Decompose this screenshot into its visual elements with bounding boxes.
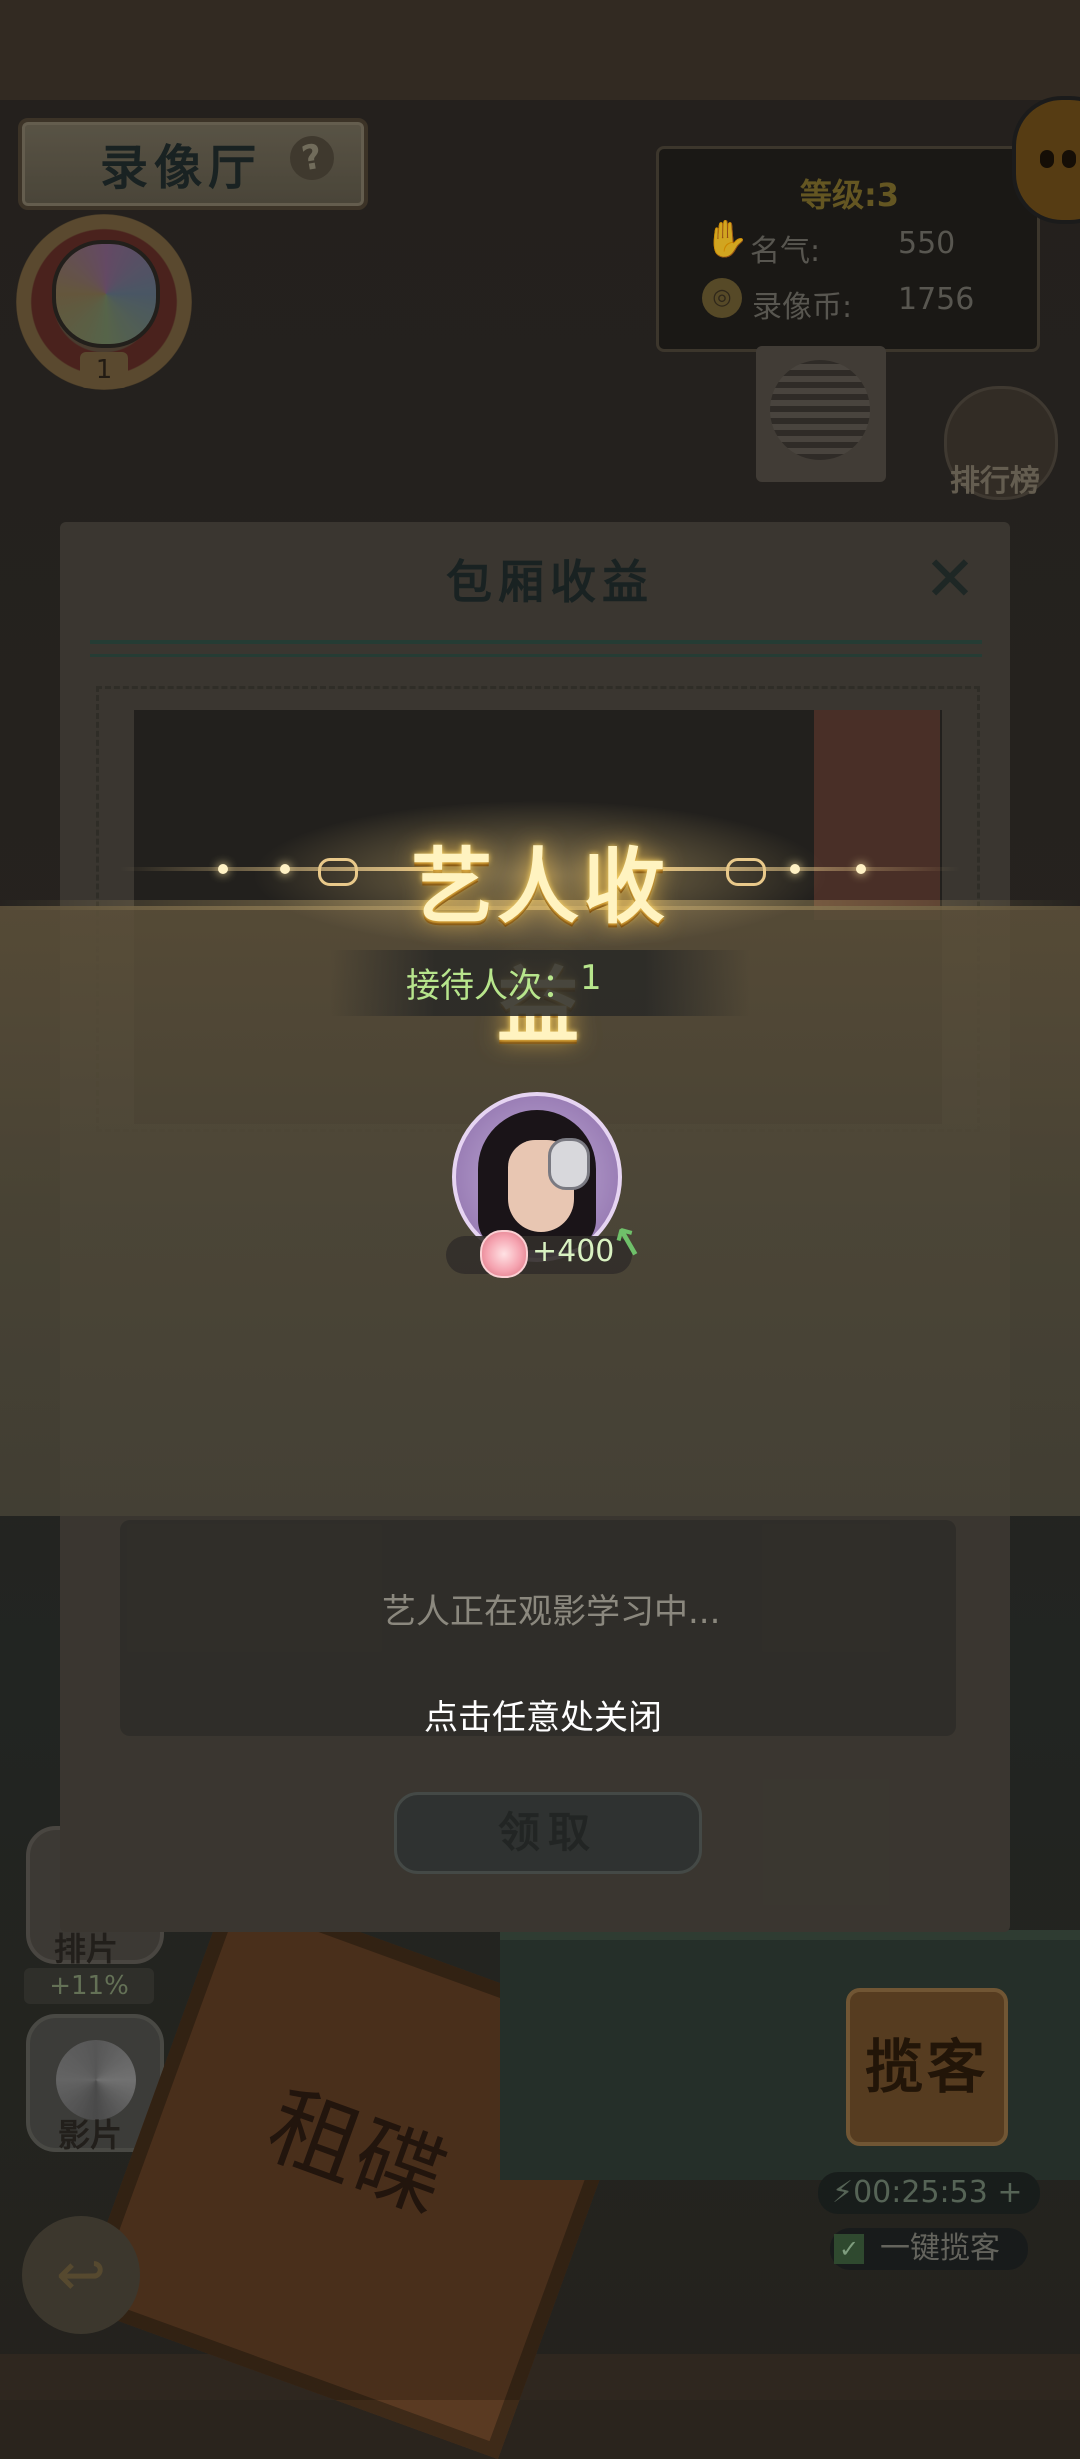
sparkle-icon [218,864,228,874]
headphone-icon [548,1138,590,1190]
earnings-title: 艺人收益 [410,840,669,1054]
flower-icon [480,1230,528,1278]
title-knot-right [726,858,766,886]
gain-value: +400 [532,1234,615,1269]
sparkle-icon [856,864,866,874]
sparkle-icon [790,864,800,874]
visits-label: 接待人次： [406,966,576,1006]
tap-to-close-hint: 点击任意处关闭 [424,1698,662,1738]
sparkle-icon [280,864,290,874]
visits-value: 1 [580,958,602,998]
title-knot-left [318,858,358,886]
